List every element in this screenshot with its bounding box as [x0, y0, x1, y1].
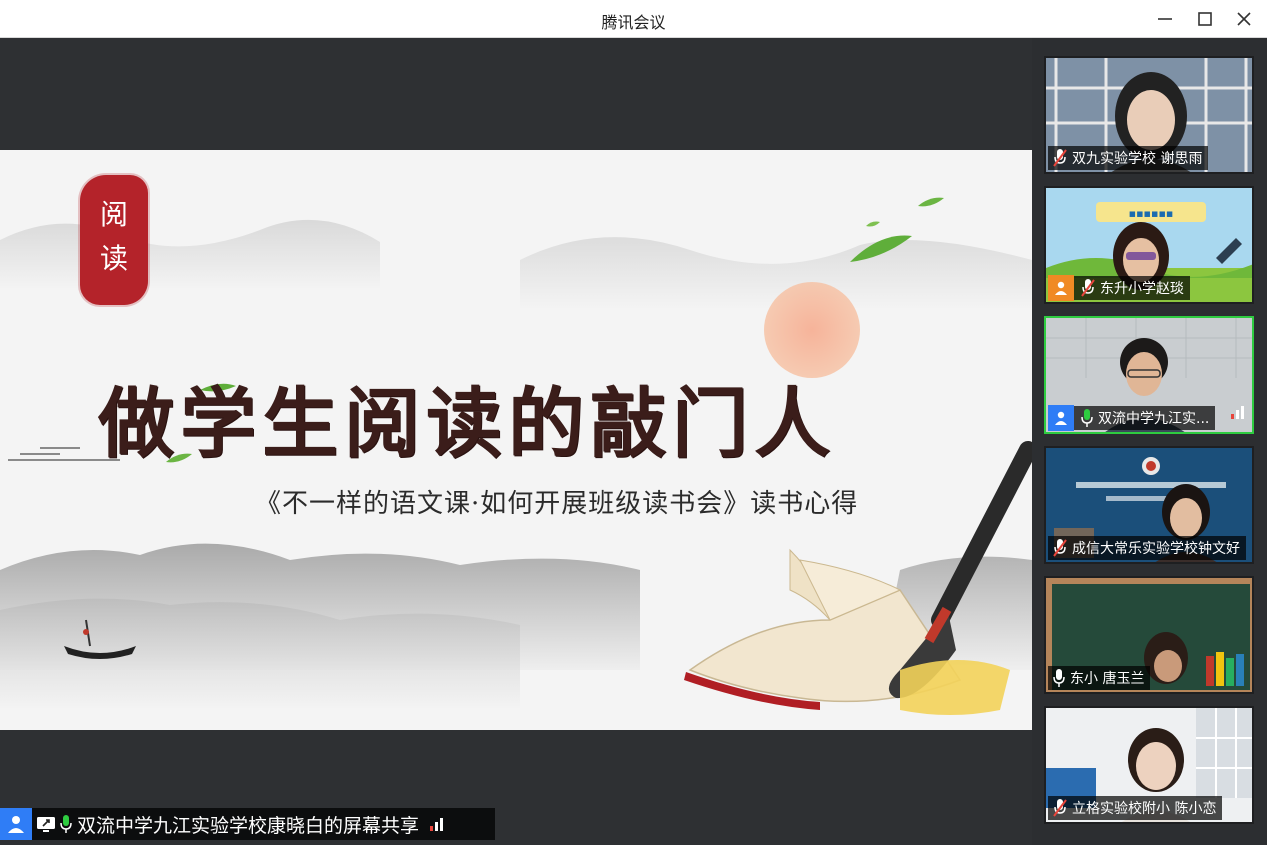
- screen-share-bar: 双流中学九江实验学校康晓白的屏幕共享: [0, 808, 495, 840]
- user-icon: [1055, 281, 1067, 295]
- participant-name: 立格实验校附小 陈小恋: [1072, 801, 1217, 817]
- participant-name-bar: 成信大常乐实验学校钟文好: [1048, 536, 1246, 560]
- svg-text:▪▪▪▪▪▪: ▪▪▪▪▪▪: [1129, 207, 1174, 220]
- title-bar: 腾讯会议: [0, 0, 1267, 38]
- participant-name: 东升小学赵琰: [1100, 281, 1184, 297]
- user-icon: [1055, 411, 1067, 425]
- microphone-icon: [1052, 668, 1066, 688]
- participant-avatar: [1048, 405, 1074, 431]
- signal-strength-icon: [1230, 404, 1246, 424]
- presenter-avatar: [0, 808, 32, 840]
- screen-share-icon: [36, 815, 56, 833]
- participant-name-bar: 双流中学九江实...: [1048, 405, 1216, 431]
- microphone-muted-icon: [1080, 278, 1096, 298]
- participant-tile[interactable]: 双九实验学校 谢思雨: [1044, 56, 1254, 174]
- minimize-icon: [1158, 18, 1172, 20]
- microphone-muted-icon: [1052, 538, 1068, 558]
- microphone-muted-icon: [1052, 798, 1068, 818]
- screen-share-label: 双流中学九江实验学校康晓白的屏幕共享: [77, 814, 420, 837]
- shared-screen-stage: 阅 读 做学生阅读的敲门人 《不一样的语文课·如何开展班级读书会》读书心得 双流…: [0, 38, 1032, 845]
- minimize-button[interactable]: [1147, 4, 1183, 34]
- seal-char-1: 阅: [99, 198, 128, 231]
- slide-subtitle: 《不一样的语文课·如何开展班级读书会》读书心得: [255, 489, 859, 519]
- participant-avatar: [1048, 275, 1074, 301]
- signal-strength-icon: [429, 816, 445, 832]
- microphone-on-icon: [1080, 408, 1094, 428]
- participant-name-bar: 东升小学赵琰: [1048, 275, 1190, 301]
- participant-tile[interactable]: ▪▪▪▪▪▪ 东升小学赵琰: [1044, 186, 1254, 304]
- participant-name: 成信大常乐实验学校钟文好: [1072, 541, 1240, 557]
- participant-name-bar: 双九实验学校 谢思雨: [1048, 146, 1209, 170]
- participant-name: 双流中学九江实...: [1098, 411, 1210, 427]
- user-icon: [8, 816, 24, 833]
- close-icon: [1237, 12, 1251, 26]
- slide-main-title: 做学生阅读的敲门人: [98, 379, 836, 468]
- maximize-button[interactable]: [1187, 4, 1223, 34]
- participant-tile-active[interactable]: 双流中学九江实...: [1044, 316, 1254, 434]
- participant-name-bar: 立格实验校附小 陈小恋: [1048, 796, 1223, 820]
- participant-tile[interactable]: 东小 唐玉兰: [1044, 576, 1254, 694]
- close-button[interactable]: [1226, 4, 1262, 34]
- shared-slide: 阅 读 做学生阅读的敲门人 《不一样的语文课·如何开展班级读书会》读书心得: [0, 150, 1032, 730]
- participant-tile[interactable]: 立格实验校附小 陈小恋: [1044, 706, 1254, 824]
- microphone-muted-icon: [1052, 148, 1068, 168]
- microphone-on-icon: [59, 814, 73, 834]
- participant-name: 东小 唐玉兰: [1070, 671, 1145, 687]
- reading-seal-stamp: 阅 读: [80, 175, 148, 305]
- maximize-icon: [1198, 12, 1212, 26]
- participant-tile[interactable]: 成信大常乐实验学校钟文好: [1044, 446, 1254, 564]
- participant-name: 双九实验学校 谢思雨: [1072, 151, 1203, 167]
- seal-char-2: 读: [99, 242, 128, 275]
- participant-name-bar: 东小 唐玉兰: [1048, 666, 1151, 690]
- participant-sidebar[interactable]: 双九实验学校 谢思雨 ▪▪▪▪▪▪ 东升小学赵琰 双流中学九江实... 成信大常…: [1032, 38, 1267, 845]
- window-title: 腾讯会议: [601, 13, 666, 32]
